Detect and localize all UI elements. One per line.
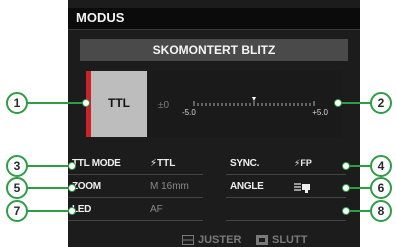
settings-row-1: TTL MODE ⚡TTL SYNC. ⚡FP: [68, 155, 360, 175]
callout-2: 2: [370, 92, 392, 114]
compensation-value: ±0: [158, 100, 170, 111]
callout-6: 6: [370, 177, 392, 199]
camera-screen: MODUS SKOMONTERT BLITZ TTL ±0 -5.0 +5.0 …: [68, 0, 360, 247]
exit-label[interactable]: SLUTT: [272, 234, 307, 246]
sync-value: ⚡FP: [294, 158, 312, 168]
ttl-mode-label: TTL MODE: [72, 158, 121, 169]
callout-2-dot: [334, 99, 342, 107]
back-icon: [256, 235, 268, 245]
angle-label: ANGLE: [230, 181, 264, 192]
adjust-icon: [182, 235, 194, 245]
callout-6-dot: [342, 184, 350, 192]
scale-indicator-icon: [252, 97, 256, 101]
callout-5: 5: [6, 177, 28, 199]
callout-7: 7: [6, 200, 28, 222]
callout-1-leader: [24, 102, 86, 104]
sync-setting[interactable]: SYNC. ⚡FP: [226, 155, 346, 175]
flash-header: SKOMONTERT BLITZ: [80, 39, 348, 61]
settings-row-2: ZOOM M 16mm ANGLE: [68, 178, 360, 198]
bottom-bar: JUSTER SLUTT: [68, 230, 360, 247]
zoom-setting[interactable]: ZOOM M 16mm: [68, 178, 203, 198]
callout-4: 4: [370, 155, 392, 177]
flash-angle-icon: [294, 183, 310, 193]
ttl-mode-value: ⚡TTL: [150, 158, 176, 169]
callout-1-dot: [82, 99, 90, 107]
adjust-label[interactable]: JUSTER: [198, 234, 241, 246]
callout-5-leader: [24, 187, 72, 189]
callout-5-dot: [68, 184, 76, 192]
callout-3-leader: [24, 165, 72, 167]
angle-setting[interactable]: ANGLE: [226, 178, 346, 198]
led-setting[interactable]: LED AF: [68, 201, 203, 221]
mode-bar: MODUS: [68, 8, 360, 30]
led-value: AF: [150, 204, 163, 215]
callout-3-dot: [68, 162, 76, 170]
callout-2-leader: [338, 102, 372, 104]
sync-label: SYNC.: [230, 158, 260, 169]
callout-3: 3: [6, 155, 28, 177]
mode-title: MODUS: [76, 10, 125, 25]
empty-setting: [226, 201, 346, 221]
compensation-scale[interactable]: -5.0 +5.0: [182, 93, 332, 123]
ttl-mode-setting[interactable]: TTL MODE ⚡TTL: [68, 155, 203, 175]
callout-7-leader: [24, 210, 72, 212]
flash-compensation-panel: TTL ±0 -5.0 +5.0: [86, 71, 342, 137]
callout-8: 8: [370, 200, 392, 222]
flash-mode-selector[interactable]: TTL: [91, 71, 147, 137]
callout-1: 1: [6, 92, 28, 114]
zoom-value: M 16mm: [150, 181, 189, 192]
scale-max-label: +5.0: [312, 108, 328, 117]
callout-8-dot: [342, 207, 350, 215]
scale-min-label: -5.0: [182, 108, 196, 117]
callout-7-dot: [68, 207, 76, 215]
scale-ticks: [193, 97, 315, 106]
zoom-label: ZOOM: [72, 181, 101, 192]
callout-4-dot: [342, 162, 350, 170]
flash-mode-label: TTL: [108, 96, 130, 110]
settings-row-3: LED AF: [68, 201, 360, 221]
flash-title: SKOMONTERT BLITZ: [152, 43, 276, 57]
